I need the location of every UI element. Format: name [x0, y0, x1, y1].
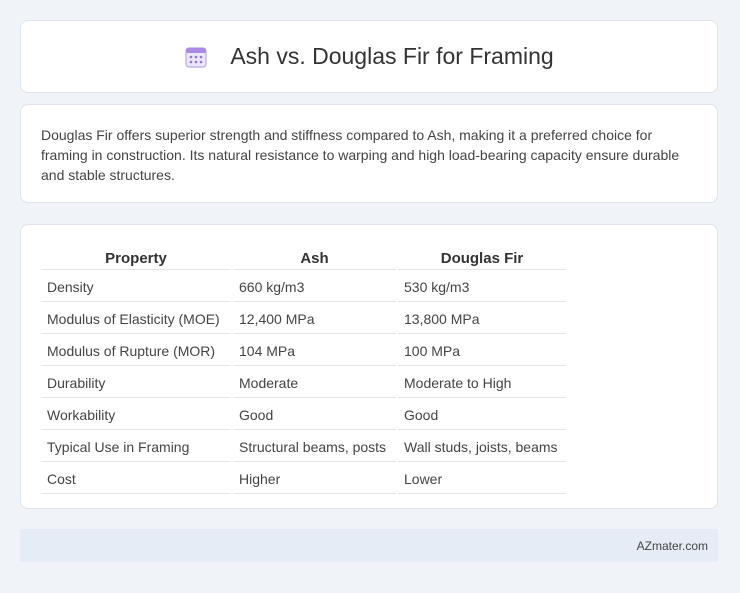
table-row: Modulus of Elasticity (MOE) 12,400 MPa 1…	[41, 304, 566, 334]
table-cell: Workability	[41, 400, 231, 430]
table-row: Density 660 kg/m3 530 kg/m3	[41, 272, 566, 302]
column-header-property: Property	[41, 245, 231, 270]
table-cell: Wall studs, joists, beams	[398, 432, 566, 462]
table-cell: 530 kg/m3	[398, 272, 566, 302]
table-cell: 100 MPa	[398, 336, 566, 366]
comparison-table-card: Property Ash Douglas Fir Density 660 kg/…	[20, 224, 718, 509]
footer-brand[interactable]: AZmater.com	[637, 539, 708, 553]
table-cell: Typical Use in Framing	[41, 432, 231, 462]
column-header-douglas-fir: Douglas Fir	[398, 245, 566, 270]
table-cell: Modulus of Rupture (MOR)	[41, 336, 231, 366]
table-cell: Durability	[41, 368, 231, 398]
title-card: Ash vs. Douglas Fir for Framing	[20, 20, 718, 93]
table-cell: Moderate to High	[398, 368, 566, 398]
table-row: Modulus of Rupture (MOR) 104 MPa 100 MPa	[41, 336, 566, 366]
table-cell: Good	[233, 400, 396, 430]
table-cell: Structural beams, posts	[233, 432, 396, 462]
table-cell: Lower	[398, 464, 566, 494]
table-row: Durability Moderate Moderate to High	[41, 368, 566, 398]
page-title: Ash vs. Douglas Fir for Framing	[230, 43, 554, 69]
table-cell: Modulus of Elasticity (MOE)	[41, 304, 231, 334]
table-header-row: Property Ash Douglas Fir	[41, 245, 566, 270]
comparison-table: Property Ash Douglas Fir Density 660 kg/…	[39, 243, 568, 496]
column-header-ash: Ash	[233, 245, 396, 270]
table-row: Cost Higher Lower	[41, 464, 566, 494]
description-text: Douglas Fir offers superior strength and…	[41, 127, 680, 183]
calendar-icon	[185, 46, 207, 68]
footer: AZmater.com	[20, 529, 718, 562]
table-row: Workability Good Good	[41, 400, 566, 430]
table-cell: 104 MPa	[233, 336, 396, 366]
table-cell: Good	[398, 400, 566, 430]
table-cell: Higher	[233, 464, 396, 494]
table-row: Typical Use in Framing Structural beams,…	[41, 432, 566, 462]
table-cell: Cost	[41, 464, 231, 494]
table-cell: 660 kg/m3	[233, 272, 396, 302]
table-cell: Density	[41, 272, 231, 302]
table-cell: 12,400 MPa	[233, 304, 396, 334]
table-cell: Moderate	[233, 368, 396, 398]
description-card: Douglas Fir offers superior strength and…	[20, 104, 718, 203]
table-cell: 13,800 MPa	[398, 304, 566, 334]
